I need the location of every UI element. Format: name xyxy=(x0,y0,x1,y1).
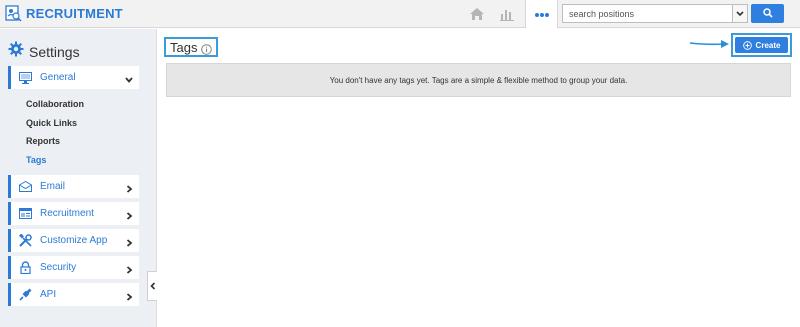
page-title: Tags xyxy=(170,39,198,55)
chevron-right-icon xyxy=(124,289,134,301)
plug-icon xyxy=(18,288,32,302)
sidebar-subitem-reports[interactable]: Reports xyxy=(26,136,60,146)
envelope-icon xyxy=(18,180,32,194)
sidebar-item-security[interactable]: Security xyxy=(8,256,139,279)
chevron-right-icon xyxy=(124,262,134,274)
app-brand[interactable]: RECRUITMENT xyxy=(4,4,123,22)
sidebar-subitem-tags[interactable]: Tags xyxy=(26,155,46,165)
sidebar-item-api[interactable]: API xyxy=(8,283,139,306)
sidebar-subitem-quick-links[interactable]: Quick Links xyxy=(26,118,77,128)
chevron-down-icon xyxy=(736,10,744,16)
settings-header: Settings xyxy=(8,41,80,62)
sidebar-item-label: Email xyxy=(40,181,66,192)
chevron-right-icon xyxy=(124,181,134,193)
search-icon xyxy=(762,5,773,23)
chevron-right-icon xyxy=(124,235,134,247)
sidebar-item-label: Security xyxy=(40,262,77,273)
sidebar-item-recruitment[interactable]: Recruitment xyxy=(8,202,139,225)
page-title-highlight: Tags xyxy=(164,37,219,57)
search-input[interactable] xyxy=(562,4,732,23)
settings-title: Settings xyxy=(29,43,80,60)
create-button[interactable]: Create xyxy=(735,37,788,53)
sidebar-item-label: General xyxy=(40,72,76,83)
info-icon[interactable] xyxy=(201,42,213,55)
top-bar: RECRUITMENT xyxy=(0,0,800,28)
sidebar-item-email[interactable]: Email xyxy=(8,175,139,198)
create-button-label: Create xyxy=(755,40,781,50)
pointer-arrow-icon xyxy=(689,40,729,48)
settings-sidebar: Settings General Collaboration Quick Lin… xyxy=(0,29,157,327)
plus-circle-icon xyxy=(742,40,752,50)
tools-icon xyxy=(18,234,32,248)
sidebar-item-label: Customize App xyxy=(40,235,108,246)
search-button[interactable] xyxy=(751,4,784,23)
sidebar-subitem-collaboration[interactable]: Collaboration xyxy=(26,99,84,109)
sidebar-item-label: API xyxy=(40,289,57,300)
chevron-left-icon xyxy=(149,282,155,290)
lock-icon xyxy=(18,261,32,275)
sidebar-item-general[interactable]: General xyxy=(8,66,139,89)
sidebar-item-label: Recruitment xyxy=(40,208,94,219)
more-menu-button[interactable] xyxy=(525,0,558,28)
chevron-down-icon xyxy=(124,72,134,83)
id-card-icon xyxy=(18,207,32,221)
create-button-highlight: Create xyxy=(731,33,792,57)
app-title: RECRUITMENT xyxy=(26,5,123,21)
empty-state-text: You don't have any tags yet. Tags are a … xyxy=(329,75,628,85)
chevron-right-icon xyxy=(124,208,134,220)
recruitment-logo-icon xyxy=(4,4,22,22)
more-dots-icon xyxy=(534,5,550,23)
empty-state-message: You don't have any tags yet. Tags are a … xyxy=(166,63,791,97)
home-icon[interactable] xyxy=(462,0,492,28)
sidebar-item-customize-app[interactable]: Customize App xyxy=(8,229,139,252)
monitor-icon xyxy=(18,71,32,85)
gear-icon xyxy=(8,41,24,62)
chart-icon[interactable] xyxy=(492,0,522,28)
sidebar-collapse-button[interactable] xyxy=(147,271,157,301)
search-dropdown-toggle[interactable] xyxy=(732,4,748,23)
